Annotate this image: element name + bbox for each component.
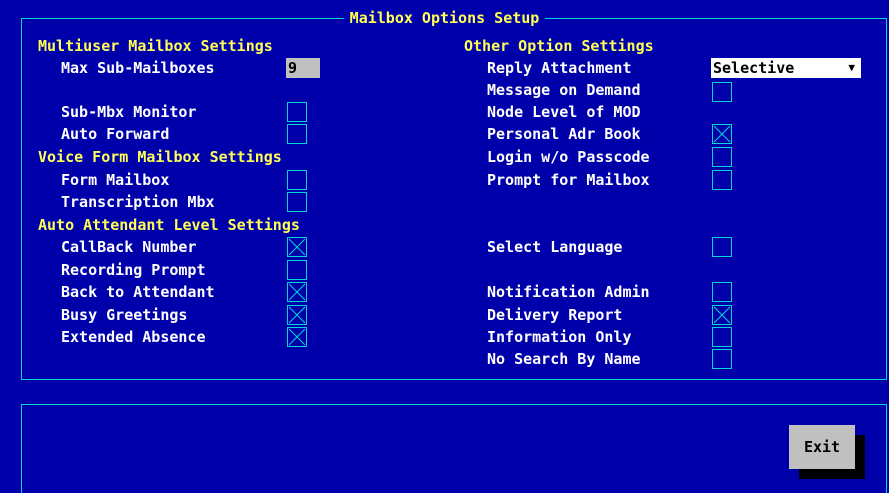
check-x-icon	[288, 283, 306, 301]
recording-prompt-checkbox[interactable]	[287, 260, 307, 280]
form-mailbox-checkbox[interactable]	[287, 170, 307, 190]
prompt-for-mailbox-label: Prompt for Mailbox	[487, 171, 650, 189]
recording-prompt-label: Recording Prompt	[61, 261, 206, 279]
check-x-icon	[288, 306, 306, 324]
notification-admin-checkbox[interactable]	[712, 282, 732, 302]
auto-forward-checkbox[interactable]	[287, 124, 307, 144]
select-language-label: Select Language	[487, 238, 623, 256]
information-only-checkbox[interactable]	[712, 327, 732, 347]
personal-adr-book-label: Personal Adr Book	[487, 125, 641, 143]
max-sub-mailboxes-input[interactable]: 9	[286, 58, 320, 78]
check-x-icon	[713, 306, 731, 324]
other-options-section-header: Other Option Settings	[464, 37, 654, 55]
transcription-mbx-label: Transcription Mbx	[61, 193, 215, 211]
auto-attendant-section-header: Auto Attendant Level Settings	[38, 216, 300, 234]
multiuser-section-header: Multiuser Mailbox Settings	[38, 37, 273, 55]
busy-greetings-checkbox[interactable]	[287, 305, 307, 325]
reply-attachment-label: Reply Attachment	[487, 59, 632, 77]
sub-mbx-monitor-label: Sub-Mbx Monitor	[61, 103, 197, 121]
message-on-demand-label: Message on Demand	[487, 81, 641, 99]
status-panel	[21, 404, 887, 493]
exit-button[interactable]: Exit	[789, 425, 855, 469]
select-language-checkbox[interactable]	[712, 237, 732, 257]
check-x-icon	[713, 125, 731, 143]
reply-attachment-value: Selective	[713, 59, 795, 77]
back-to-attendant-label: Back to Attendant	[61, 283, 215, 301]
extended-absence-label: Extended Absence	[61, 328, 206, 346]
delivery-report-checkbox[interactable]	[712, 305, 732, 325]
login-wo-passcode-label: Login w/o Passcode	[487, 148, 650, 166]
sub-mbx-monitor-checkbox[interactable]	[287, 102, 307, 122]
node-level-mod-label: Node Level of MOD	[487, 103, 641, 121]
dropdown-arrow-icon[interactable]: ▼	[848, 58, 855, 78]
check-x-icon	[288, 238, 306, 256]
reply-attachment-select[interactable]: Selective ▼	[711, 58, 861, 78]
no-search-by-name-checkbox[interactable]	[712, 349, 732, 369]
check-x-icon	[288, 328, 306, 346]
callback-number-checkbox[interactable]	[287, 237, 307, 257]
back-to-attendant-checkbox[interactable]	[287, 282, 307, 302]
transcription-mbx-checkbox[interactable]	[287, 192, 307, 212]
no-search-by-name-label: No Search By Name	[487, 350, 641, 368]
login-wo-passcode-checkbox[interactable]	[712, 147, 732, 167]
notification-admin-label: Notification Admin	[487, 283, 650, 301]
extended-absence-checkbox[interactable]	[287, 327, 307, 347]
form-mailbox-label: Form Mailbox	[61, 171, 170, 189]
message-on-demand-checkbox[interactable]	[712, 82, 732, 102]
personal-adr-book-checkbox[interactable]	[712, 124, 732, 144]
dialog-title: Mailbox Options Setup	[0, 9, 889, 27]
auto-forward-label: Auto Forward	[61, 125, 170, 143]
delivery-report-label: Delivery Report	[487, 306, 623, 324]
information-only-label: Information Only	[487, 328, 632, 346]
prompt-for-mailbox-checkbox[interactable]	[712, 170, 732, 190]
busy-greetings-label: Busy Greetings	[61, 306, 188, 324]
max-sub-mailboxes-label: Max Sub-Mailboxes	[61, 59, 215, 77]
callback-number-label: CallBack Number	[61, 238, 197, 256]
voice-form-section-header: Voice Form Mailbox Settings	[38, 148, 282, 166]
